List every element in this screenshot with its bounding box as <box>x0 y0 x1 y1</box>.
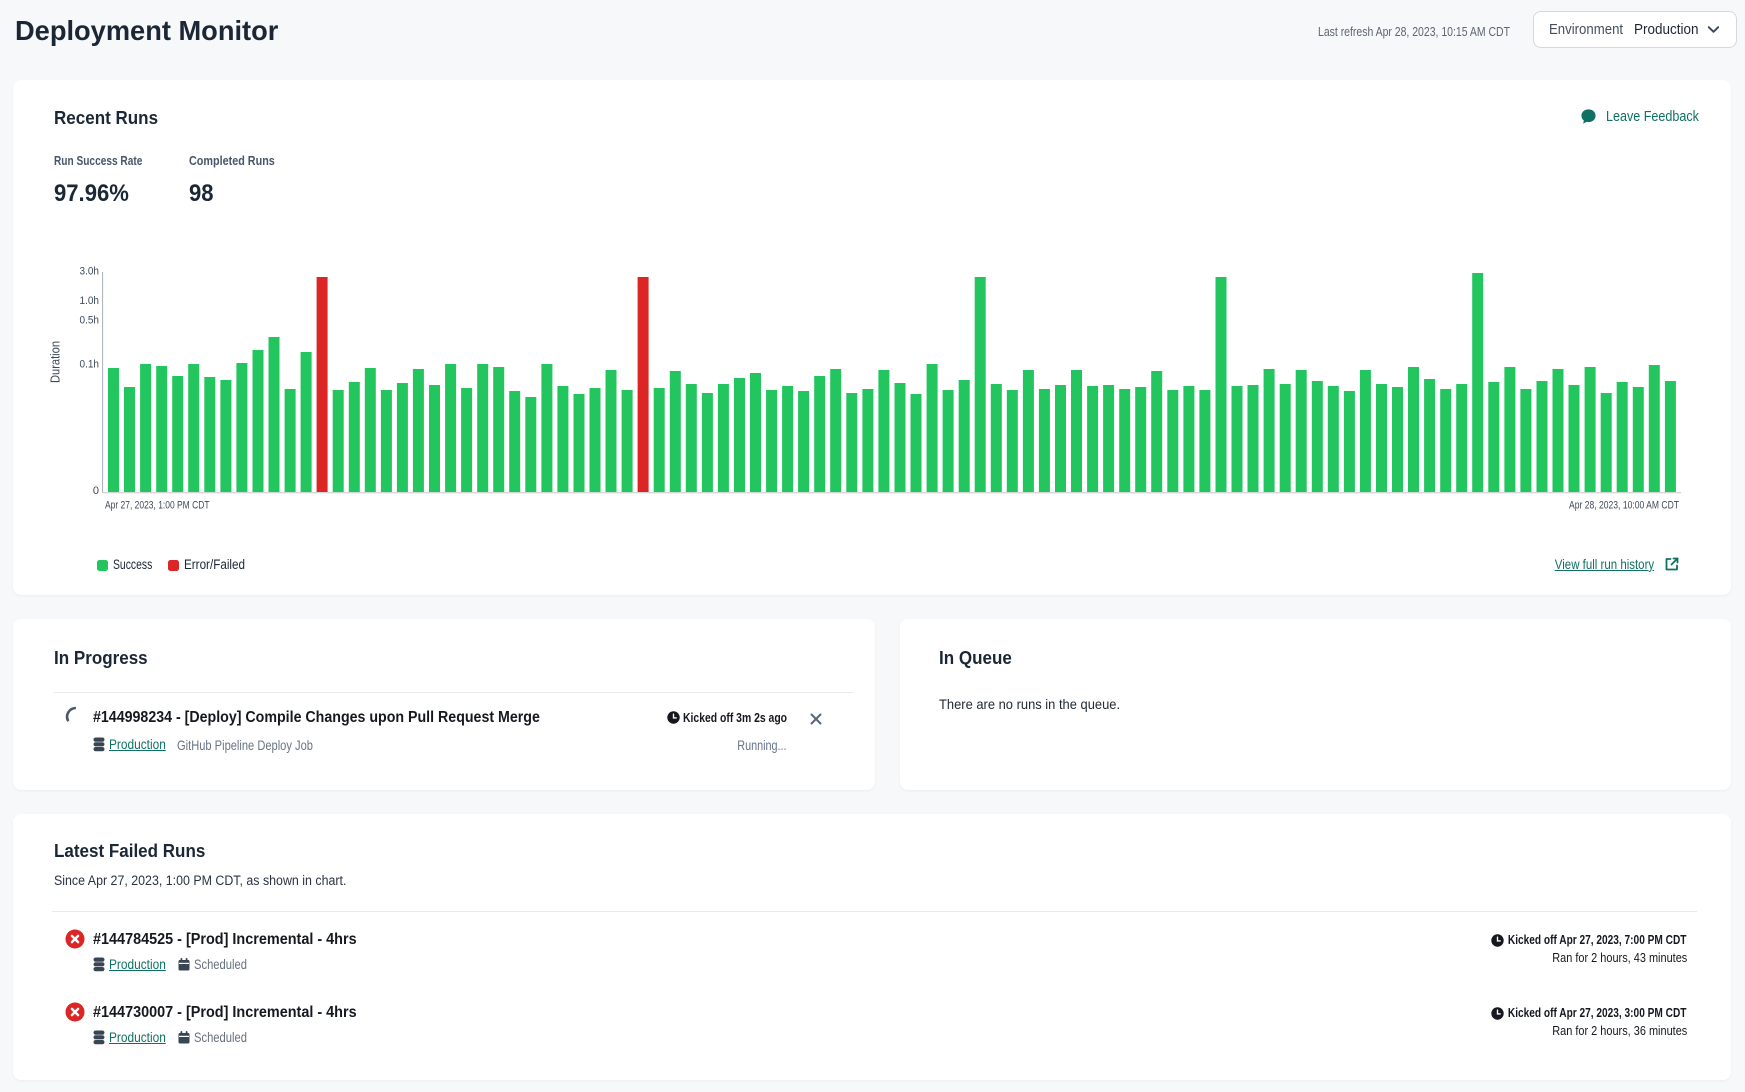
svg-text:3.0h: 3.0h <box>80 265 100 277</box>
svg-text:Apr 28, 2023, 10:00 AM CDT: Apr 28, 2023, 10:00 AM CDT <box>1569 500 1679 512</box>
svg-text:Duration: Duration <box>49 341 63 383</box>
svg-text:1.0h: 1.0h <box>80 295 100 307</box>
svg-text:0: 0 <box>93 485 99 497</box>
svg-text:Apr 27, 2023, 1:00 PM CDT: Apr 27, 2023, 1:00 PM CDT <box>105 500 210 512</box>
svg-text:0.1h: 0.1h <box>80 358 100 370</box>
svg-text:0.5h: 0.5h <box>80 315 100 327</box>
